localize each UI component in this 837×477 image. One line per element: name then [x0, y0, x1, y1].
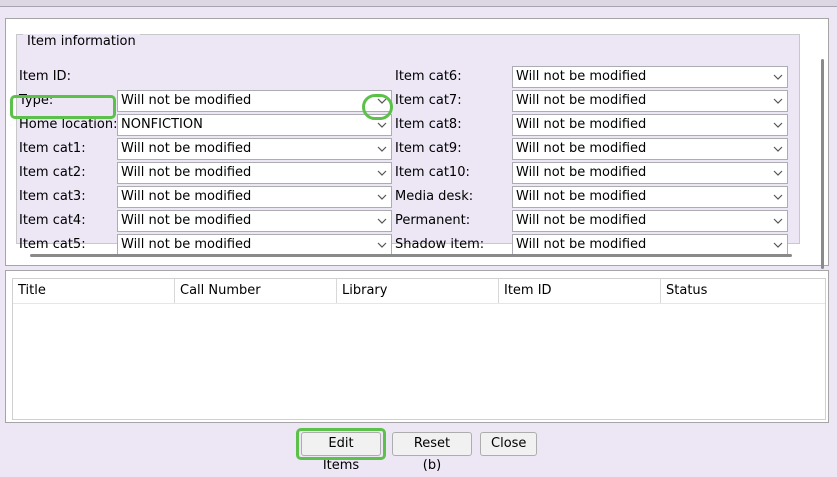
item-cat7-select[interactable]: Will not be modified [512, 90, 788, 112]
window-top-edge [0, 0, 837, 7]
items-table: Title Call Number Library Item ID Status [12, 278, 826, 420]
shadow-item-label: Shadow item: [395, 237, 485, 252]
chevron-down-icon[interactable] [771, 187, 785, 207]
column-header-title[interactable]: Title [13, 279, 175, 303]
horizontal-scrollbar[interactable] [30, 254, 792, 257]
item-cat5-select[interactable]: Will not be modified [117, 234, 392, 256]
column-header-call-number[interactable]: Call Number [175, 279, 337, 303]
item-cat4-label: Item cat4: [19, 213, 86, 228]
item-cat5-value: Will not be modified [121, 237, 252, 252]
item-cat10-value: Will not be modified [516, 165, 647, 180]
item-cat2-select[interactable]: Will not be modified [117, 162, 392, 184]
chevron-down-icon[interactable] [375, 187, 389, 207]
type-value: Will not be modified [121, 93, 252, 108]
edit-items-button[interactable]: Edit Items [301, 432, 381, 473]
media-desk-label: Media desk: [395, 189, 474, 204]
home-location-label: Home location: [19, 117, 118, 132]
column-header-item-id[interactable]: Item ID [499, 279, 661, 303]
chevron-down-icon[interactable] [375, 115, 389, 135]
item-cat7-label: Item cat7: [395, 93, 462, 108]
item-cat3-label: Item cat3: [19, 189, 86, 204]
reset-button[interactable]: Reset (b) [392, 432, 472, 473]
item-cat3-select[interactable]: Will not be modified [117, 186, 392, 208]
chevron-down-icon[interactable] [375, 235, 389, 255]
item-cat4-select[interactable]: Will not be modified [117, 210, 392, 232]
item-cat2-value: Will not be modified [121, 165, 252, 180]
chevron-down-icon[interactable] [771, 91, 785, 111]
item-cat10-label: Item cat10: [395, 165, 470, 180]
item-cat1-label: Item cat1: [19, 141, 86, 156]
chevron-down-icon[interactable] [375, 211, 389, 231]
item-cat9-select[interactable]: Will not be modified [512, 138, 788, 160]
type-label: Type: [19, 93, 54, 108]
item-info-panel: Item information Item ID: Type: Will not… [5, 18, 829, 269]
permanent-label: Permanent: [395, 213, 471, 228]
vertical-scroll-thumb[interactable] [821, 59, 824, 269]
item-information-group: Item information Item ID: Type: Will not… [16, 34, 800, 256]
chevron-down-icon[interactable] [771, 211, 785, 231]
item-cat4-value: Will not be modified [121, 213, 252, 228]
chevron-down-icon[interactable] [771, 163, 785, 183]
chevron-down-icon[interactable] [771, 115, 785, 135]
item-cat6-select[interactable]: Will not be modified [512, 66, 788, 88]
shadow-item-select[interactable]: Will not be modified [512, 234, 788, 256]
item-cat1-select[interactable]: Will not be modified [117, 138, 392, 160]
item-id-label: Item ID: [19, 69, 71, 84]
home-location-value: NONFICTION [121, 117, 203, 132]
home-location-select[interactable]: NONFICTION [117, 114, 392, 136]
item-cat6-value: Will not be modified [516, 69, 647, 84]
item-cat3-value: Will not be modified [121, 189, 252, 204]
item-cat7-value: Will not be modified [516, 93, 647, 108]
column-header-status[interactable]: Status [661, 279, 823, 303]
shadow-item-value: Will not be modified [516, 237, 647, 252]
media-desk-select[interactable]: Will not be modified [512, 186, 788, 208]
chevron-down-icon[interactable] [771, 139, 785, 159]
column-header-library[interactable]: Library [337, 279, 499, 303]
permanent-select[interactable]: Will not be modified [512, 210, 788, 232]
item-cat6-label: Item cat6: [395, 69, 462, 84]
chevron-down-icon[interactable] [375, 91, 389, 111]
item-cat10-select[interactable]: Will not be modified [512, 162, 788, 184]
group-title: Item information [23, 34, 140, 50]
item-cat9-label: Item cat9: [395, 141, 462, 156]
item-cat1-value: Will not be modified [121, 141, 252, 156]
item-cat5-label: Item cat5: [19, 237, 86, 252]
chevron-down-icon[interactable] [375, 163, 389, 183]
item-cat2-label: Item cat2: [19, 165, 86, 180]
close-button[interactable]: Close [480, 432, 537, 456]
chevron-down-icon[interactable] [771, 235, 785, 255]
media-desk-value: Will not be modified [516, 189, 647, 204]
permanent-value: Will not be modified [516, 213, 647, 228]
type-select[interactable]: Will not be modified [117, 90, 392, 112]
chevron-down-icon[interactable] [375, 139, 389, 159]
vertical-scrollbar[interactable] [818, 39, 828, 269]
item-cat8-value: Will not be modified [516, 117, 647, 132]
table-header: Title Call Number Library Item ID Status [13, 279, 825, 304]
item-cat8-label: Item cat8: [395, 117, 462, 132]
items-table-panel: Title Call Number Library Item ID Status [5, 270, 829, 423]
chevron-down-icon[interactable] [771, 67, 785, 87]
item-cat9-value: Will not be modified [516, 141, 647, 156]
item-cat8-select[interactable]: Will not be modified [512, 114, 788, 136]
